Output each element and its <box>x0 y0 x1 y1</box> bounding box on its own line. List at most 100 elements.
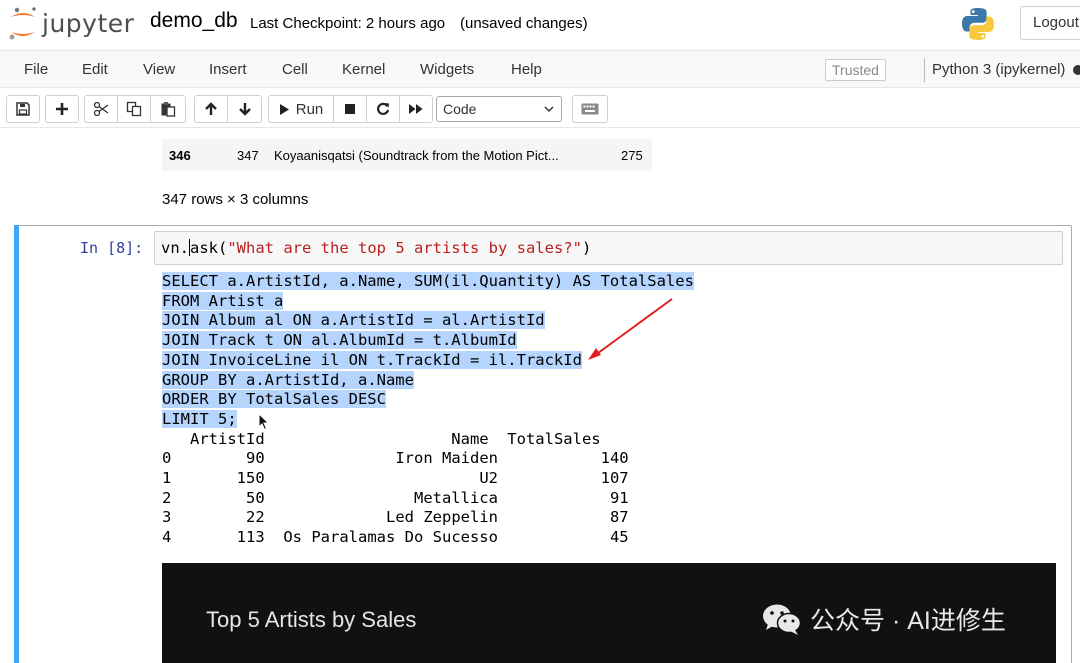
row-artist-id: 22 <box>246 508 265 527</box>
row-name: U2 <box>479 469 498 488</box>
command-palette-button[interactable] <box>572 95 608 123</box>
menu-insert[interactable]: Insert <box>209 61 247 78</box>
fast-forward-icon <box>409 104 423 114</box>
column-header-artistid: ArtistId <box>190 429 265 448</box>
notebook-area: 346 347 Koyaanisqatsi (Soundtrack from t… <box>0 129 1080 663</box>
sql-line: FROM Artist a <box>162 291 284 310</box>
trusted-badge[interactable]: Trusted <box>825 59 886 81</box>
row-total: 87 <box>609 508 629 527</box>
kernel-status-icon <box>1073 65 1080 75</box>
sql-line: ORDER BY TotalSales DESC <box>162 390 386 409</box>
menubar: File Edit View Insert Cell Kernel Widget… <box>0 50 1080 88</box>
logout-button[interactable]: Logout <box>1020 6 1080 40</box>
chart-output: Top 5 Artists by Sales 公众号 · AI进修生 <box>162 563 1056 663</box>
menu-widgets[interactable]: Widgets <box>420 61 474 78</box>
kernel-separator <box>924 58 925 82</box>
chevron-down-icon <box>544 106 554 113</box>
unsaved-status: (unsaved changes) <box>460 15 588 32</box>
menu-help[interactable]: Help <box>511 61 542 78</box>
restart-run-all-button[interactable] <box>399 95 433 123</box>
row-index: 1 <box>162 469 172 488</box>
code-string: "What are the top 5 artists by sales?" <box>227 239 582 257</box>
sql-line: LIMIT 5; <box>162 409 237 428</box>
restart-icon <box>377 102 390 115</box>
row-name: Iron Maiden <box>395 449 498 468</box>
arrow-down-icon <box>238 103 251 116</box>
code-call: ask <box>190 239 218 257</box>
table-row: 3 22 Led Zeppelin 87 <box>162 508 629 526</box>
copy-icon <box>126 101 142 117</box>
code-close-paren: ) <box>581 239 592 257</box>
row-index: 3 <box>162 508 172 527</box>
row-total: 45 <box>609 528 629 547</box>
save-icon <box>16 102 30 116</box>
table-row: 4 113 Os Paralamas Do Sucesso 45 <box>162 528 629 546</box>
cell-type-select[interactable]: Code <box>436 96 562 122</box>
code-line: vn.ask("What are the top 5 artists by sa… <box>161 239 591 257</box>
run-button[interactable]: Run <box>268 95 334 123</box>
sql-line: JOIN Track t ON al.AlbumId = t.AlbumId <box>162 331 517 350</box>
logo-text: jupyter <box>42 8 135 38</box>
toolbar: Run Code <box>0 88 1080 128</box>
mouse-pointer-icon <box>258 413 270 431</box>
input-prompt: In [8]: <box>80 239 144 257</box>
cell-type-value: Code <box>443 101 477 117</box>
jupyter-logo-icon <box>9 7 36 40</box>
row-artist-id: 90 <box>246 449 265 468</box>
sql-line: GROUP BY a.ArtistId, a.Name <box>162 370 414 389</box>
restart-button[interactable] <box>366 95 400 123</box>
move-up-button[interactable] <box>194 95 228 123</box>
copy-button[interactable] <box>117 95 151 123</box>
table-row: 2 50 Metallica 91 <box>162 489 629 507</box>
row-index: 2 <box>162 488 172 507</box>
arrow-up-icon <box>205 102 217 115</box>
plus-icon <box>56 103 68 115</box>
save-button[interactable] <box>6 95 40 123</box>
watermark: 公众号 · AI进修生 <box>762 601 1006 637</box>
sql-line: JOIN InvoiceLine il ON t.TrackId = il.Tr… <box>162 350 582 369</box>
column-header-name: Name <box>451 429 489 448</box>
insert-cell-button[interactable] <box>45 95 79 123</box>
row-artist-id: 113 <box>236 528 265 547</box>
row-album-id: 347 <box>237 148 259 163</box>
paste-button[interactable] <box>150 95 186 123</box>
sql-line: SELECT a.ArtistId, a.Name, SUM(il.Quanti… <box>162 272 694 290</box>
menu-kernel[interactable]: Kernel <box>342 61 385 78</box>
interrupt-button[interactable] <box>333 95 367 123</box>
menu-view[interactable]: View <box>143 61 175 78</box>
python-logo-icon <box>962 8 994 40</box>
selected-cell-indicator <box>14 225 19 663</box>
watermark-text: 公众号 · AI进修生 <box>810 607 1006 635</box>
table-row: 0 90 Iron Maiden 140 <box>162 449 629 467</box>
code-open-paren: ( <box>218 239 228 257</box>
row-name: Led Zeppelin <box>386 508 498 527</box>
kernel-name[interactable]: Python 3 (ipykernel) <box>932 61 1065 78</box>
result-header: ArtistId Name TotalSales <box>162 430 601 448</box>
row-total: 275 <box>621 148 643 163</box>
row-total: 91 <box>609 488 629 507</box>
code-input[interactable]: vn.ask("What are the top 5 artists by sa… <box>154 231 1063 265</box>
menu-file[interactable]: File <box>24 61 48 78</box>
row-index: 0 <box>162 449 172 468</box>
menu-cell[interactable]: Cell <box>282 61 308 78</box>
cut-button[interactable] <box>84 95 118 123</box>
jupyter-logo[interactable]: jupyter <box>8 6 134 42</box>
cut-icon <box>93 102 109 116</box>
move-down-button[interactable] <box>227 95 262 123</box>
notebook-name[interactable]: demo_db <box>150 9 238 33</box>
row-index: 346 <box>169 148 191 163</box>
table-row: 346 347 Koyaanisqatsi (Soundtrack from t… <box>162 139 652 171</box>
row-name: Os Paralamas Do Sucesso <box>283 528 498 547</box>
header: jupyter demo_db Last Checkpoint: 2 hours… <box>0 0 1080 50</box>
row-total: 107 <box>600 469 629 488</box>
keyboard-icon <box>581 103 599 115</box>
checkpoint-status: Last Checkpoint: 2 hours ago <box>250 15 446 32</box>
menu-edit[interactable]: Edit <box>82 61 108 78</box>
row-total: 140 <box>600 449 629 468</box>
annotation-arrow-icon <box>588 298 673 360</box>
sql-line: JOIN Album al ON a.ArtistId = al.ArtistI… <box>162 311 545 330</box>
paste-icon <box>161 102 176 117</box>
table-row: 1 150 U2 107 <box>162 469 629 487</box>
row-index: 4 <box>162 528 172 547</box>
run-icon <box>279 103 289 115</box>
